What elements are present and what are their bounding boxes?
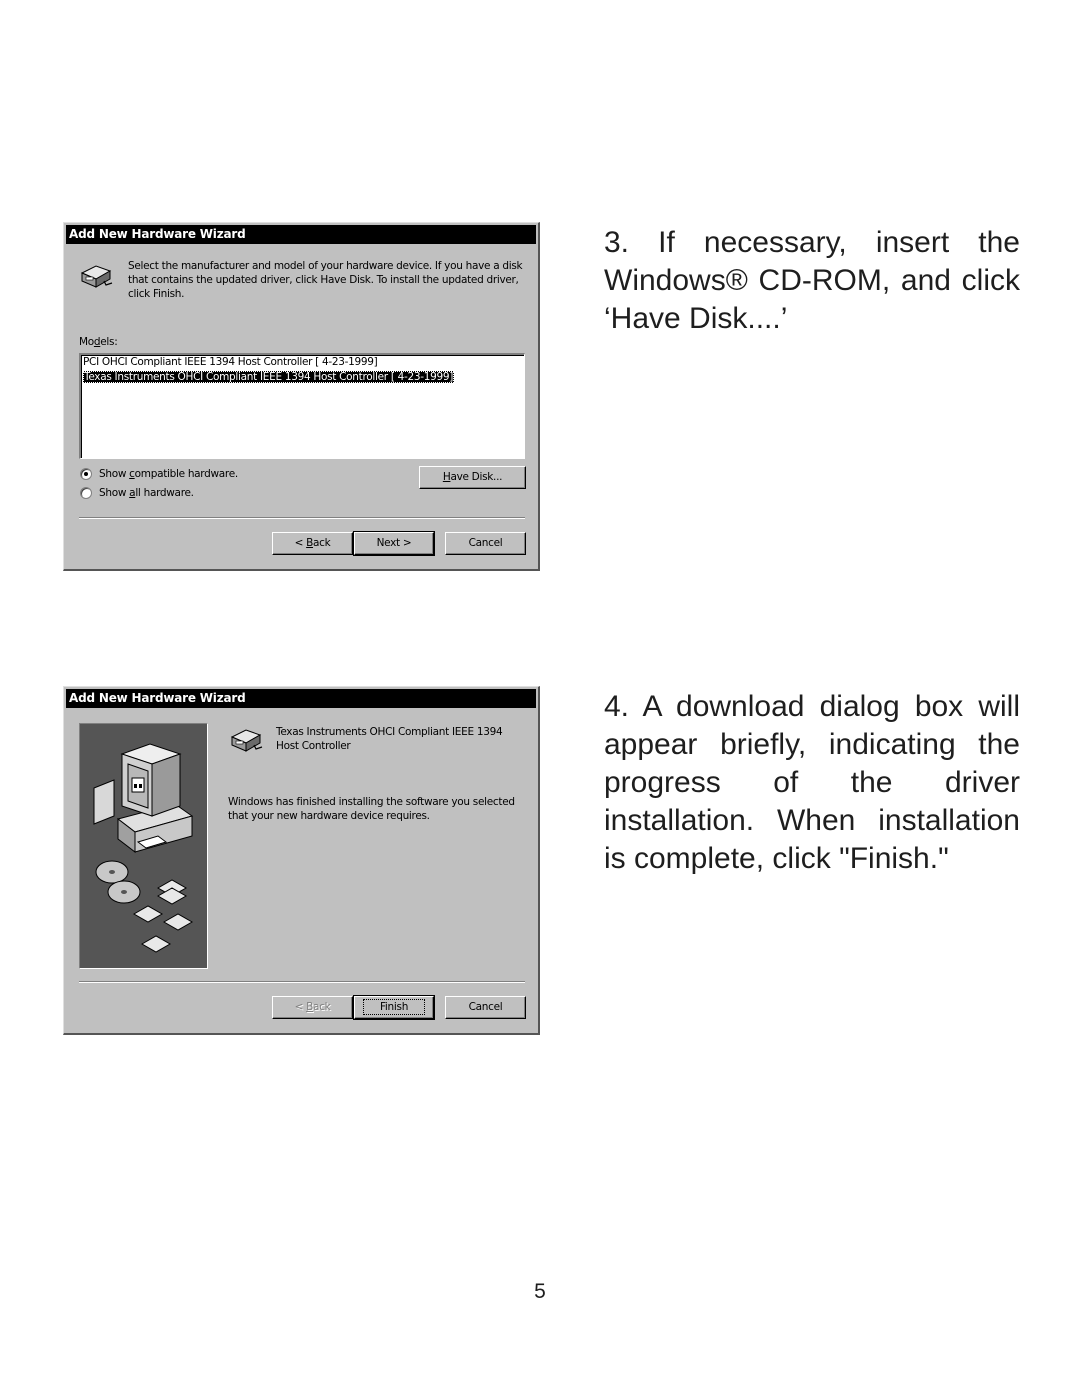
back-button[interactable]: < Back [272, 996, 353, 1019]
computer-with-disks-illustration [79, 723, 208, 969]
model-list-item[interactable]: PCI OHCI Compliant IEEE 1394 Host Contro… [81, 355, 524, 370]
finish-button[interactable]: Finish [353, 995, 435, 1020]
step-4-instruction: 4. A download dialog box will appear bri… [604, 690, 1020, 875]
add-hardware-wizard-dialog-models: Add New Hardware Wizard Select the manuf… [63, 222, 540, 571]
add-hardware-wizard-dialog-finish: Add New Hardware Wizard Texas Instrument… [63, 686, 540, 1035]
wizard-instructions: Select the manufacturer and model of you… [128, 260, 523, 300]
device-name: Texas Instruments OHCI Compliant IEEE 13… [276, 726, 503, 752]
computer-illustration-icon [93, 743, 194, 953]
have-disk-button[interactable]: Have Disk... [419, 466, 526, 489]
cancel-button[interactable]: Cancel [445, 996, 526, 1019]
radio-label: Show compatible hardware. [99, 468, 238, 480]
back-button[interactable]: < Back [272, 532, 353, 555]
hardware-device-icon [80, 265, 113, 288]
hardware-device-icon [230, 729, 263, 752]
cancel-button[interactable]: Cancel [445, 532, 526, 555]
step-3-instruction: 3. If necessary, insert the Windows® CD-… [604, 226, 1020, 335]
separator [79, 981, 525, 983]
dialog-title: Add New Hardware Wizard [66, 689, 536, 708]
separator [79, 517, 525, 519]
page-number: 5 [534, 1280, 546, 1303]
show-all-hardware-radio[interactable]: Show all hardware. [80, 485, 194, 501]
radio-checked-icon[interactable] [80, 468, 92, 480]
radio-label: Show all hardware. [99, 487, 194, 499]
install-complete-message: Windows has finished installing the soft… [228, 796, 515, 822]
models-listbox[interactable]: PCI OHCI Compliant IEEE 1394 Host Contro… [79, 353, 525, 459]
model-list-item-selected[interactable]: Texas Instruments OHCI Compliant IEEE 13… [81, 370, 524, 385]
models-label: Models: [79, 336, 118, 348]
show-compatible-hardware-radio[interactable]: Show compatible hardware. [80, 466, 238, 482]
next-button[interactable]: Next > [353, 531, 435, 556]
dialog-title: Add New Hardware Wizard [66, 225, 536, 244]
radio-unchecked-icon[interactable] [80, 487, 92, 499]
